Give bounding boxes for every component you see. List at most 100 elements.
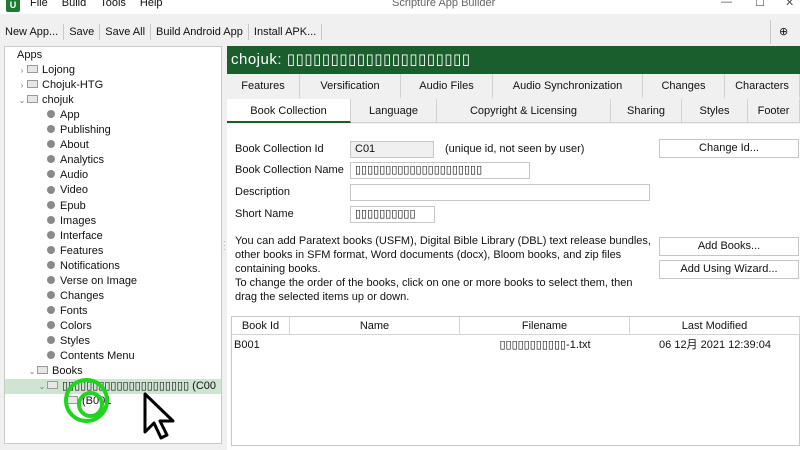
tab-copyright-licensing[interactable]: Copyright & Licensing	[437, 99, 611, 123]
save-button[interactable]: Save	[64, 21, 99, 43]
description-field[interactable]	[350, 184, 650, 201]
tree-item-label: chojuk	[42, 94, 74, 107]
tree-item[interactable]: › Chojuk-HTG	[5, 78, 221, 93]
add-books-help: You can add Paratext books (USFM), Digit…	[235, 235, 651, 275]
tab-footer[interactable]: Footer	[748, 99, 800, 123]
interface-language-button[interactable]: ⊕	[770, 20, 800, 44]
tab-audio-files[interactable]: Audio Files	[401, 74, 493, 98]
tree-item[interactable]: Styles	[5, 334, 221, 349]
tree-item[interactable]: Contents Menu	[5, 349, 221, 364]
menu-help[interactable]: Help	[140, 0, 163, 9]
tree-item-label: Contents Menu	[60, 350, 135, 362]
save-all-button[interactable]: Save All	[100, 21, 150, 43]
table-cell[interactable]: 06 12月 2021 12:39:04	[630, 337, 800, 353]
tree-item[interactable]: About	[5, 138, 221, 153]
tree-item[interactable]: App	[5, 108, 221, 123]
tree-item-label: (B001	[82, 395, 112, 408]
settings-node-icon	[47, 110, 55, 119]
tab-row-2: Book Collection Language Copyright & Licen…	[227, 99, 800, 123]
settings-node-icon	[47, 260, 55, 269]
tree-item-label: Interface	[60, 229, 103, 242]
project-tree[interactable]: Apps › Lojong › Chojuk-HTG ⌄ chojuk App Publishi…	[4, 46, 222, 444]
tree-item[interactable]: Images	[5, 214, 221, 229]
tree-item[interactable]: › Lojong	[5, 63, 221, 78]
folder-icon	[67, 396, 78, 405]
tab-language[interactable]: Language	[351, 99, 437, 123]
add-using-wizard-button[interactable]: Add Using Wizard...	[659, 260, 799, 279]
tree-item[interactable]: Fonts	[5, 304, 221, 319]
settings-node-icon	[47, 336, 55, 345]
menu-tools[interactable]: Tools	[100, 0, 126, 9]
app-settings-panel: chojuk: ▯▯▯▯▯▯▯▯▯▯▯▯▯▯▯▯▯▯▯▯▯ Features Ve…	[227, 46, 800, 450]
settings-node-icon	[47, 170, 55, 179]
menu-bar: File Build Tools Help	[30, 0, 163, 9]
column-header[interactable]: Last Modified	[630, 317, 800, 335]
tree-item-selected[interactable]: ⌄ ▯▯▯▯▯▯▯▯▯▯▯▯▯▯▯▯▯▯▯▯▯ (C00	[5, 379, 221, 395]
toolbar: New App... Save Save All Build Android A…	[0, 20, 800, 44]
table-cell[interactable]	[290, 337, 460, 353]
splitter-handle[interactable]: · · ·	[223, 238, 226, 254]
book-collection-id-label: Book Collection Id	[235, 143, 324, 155]
tree-item[interactable]: Apps	[5, 48, 221, 63]
tab-characters[interactable]: Characters	[725, 74, 800, 98]
tab-audio-synchronization[interactable]: Audio Synchronization	[493, 74, 643, 98]
description-label: Description	[235, 186, 291, 198]
chevron-down-icon[interactable]: ⌄	[17, 93, 27, 108]
tree-item-label: About	[60, 139, 89, 152]
tree-item[interactable]: Colors	[5, 319, 221, 334]
tree-item[interactable]: Changes	[5, 289, 221, 304]
short-name-label: Short Name	[235, 208, 294, 220]
tree-item[interactable]: ⌄ Books	[5, 364, 221, 379]
build-android-app-button[interactable]: Build Android App	[151, 21, 248, 43]
install-apk-button[interactable]: Install APK...	[249, 21, 321, 43]
settings-node-icon	[47, 290, 55, 299]
menu-build[interactable]: Build	[62, 0, 86, 9]
new-app-button[interactable]: New App...	[0, 21, 63, 43]
chevron-right-icon[interactable]: ›	[17, 78, 27, 93]
tab-styles[interactable]: Styles	[682, 99, 748, 123]
book-collection-name-field[interactable]: ▯▯▯▯▯▯▯▯▯▯▯▯▯▯▯▯▯▯▯▯▯	[350, 162, 530, 179]
tab-book-collection[interactable]: Book Collection	[227, 99, 351, 123]
tree-item[interactable]: Publishing	[5, 123, 221, 138]
tab-versification[interactable]: Versification	[300, 74, 401, 98]
tree-item[interactable]: Audio	[5, 168, 221, 183]
tab-sharing[interactable]: Sharing	[611, 99, 682, 123]
toolbar-separator	[321, 24, 323, 40]
change-id-button[interactable]: Change Id...	[659, 139, 799, 158]
folder-icon	[27, 95, 38, 104]
settings-node-icon	[47, 155, 55, 164]
table-cell[interactable]: ▯▯▯▯▯▯▯▯▯▯▯-1.txt	[460, 337, 630, 353]
column-header[interactable]: Name	[290, 317, 460, 335]
tree-item[interactable]: Video	[5, 183, 221, 198]
tree-item-label: Chojuk-HTG	[42, 79, 104, 92]
tree-item[interactable]: Verse on Image	[5, 274, 221, 289]
tree-item[interactable]: Features	[5, 244, 221, 259]
tree-item-label: Lojong	[42, 64, 76, 77]
table-cell[interactable]: B001	[234, 337, 292, 353]
menu-file[interactable]: File	[30, 0, 48, 9]
tree-item[interactable]: (B001	[5, 394, 221, 409]
tree-item-label: Images	[60, 214, 97, 227]
tab-features[interactable]: Features	[227, 74, 300, 98]
tree-item-label: Books	[52, 365, 83, 378]
tree-item[interactable]: Epub	[5, 199, 221, 214]
tree-item-label: Epub	[60, 199, 86, 212]
chevron-down-icon[interactable]: ⌄	[27, 364, 37, 379]
tree-item[interactable]: ⌄ chojuk	[5, 93, 221, 108]
close-icon[interactable]: ✕	[785, 0, 794, 9]
maximize-icon[interactable]: ☐	[755, 0, 765, 9]
chevron-down-icon[interactable]: ⌄	[37, 379, 47, 394]
tree-item[interactable]: Notifications	[5, 259, 221, 274]
chevron-right-icon[interactable]: ›	[17, 63, 27, 78]
tab-changes[interactable]: Changes	[643, 74, 725, 98]
tree-item[interactable]: Analytics	[5, 153, 221, 168]
column-header[interactable]: Filename	[460, 317, 630, 335]
settings-node-icon	[47, 351, 55, 360]
column-header[interactable]: Book Id	[232, 317, 290, 335]
short-name-field[interactable]: ▯▯▯▯▯▯▯▯▯▯	[350, 206, 435, 223]
add-books-button[interactable]: Add Books...	[659, 237, 799, 256]
tree-item[interactable]: Interface	[5, 229, 221, 244]
settings-node-icon	[47, 200, 55, 209]
minimize-icon[interactable]: —	[721, 0, 732, 8]
tree-item-label: ▯▯▯▯▯▯▯▯▯▯▯▯▯▯▯▯▯▯▯▯▯ (C00	[62, 380, 217, 393]
